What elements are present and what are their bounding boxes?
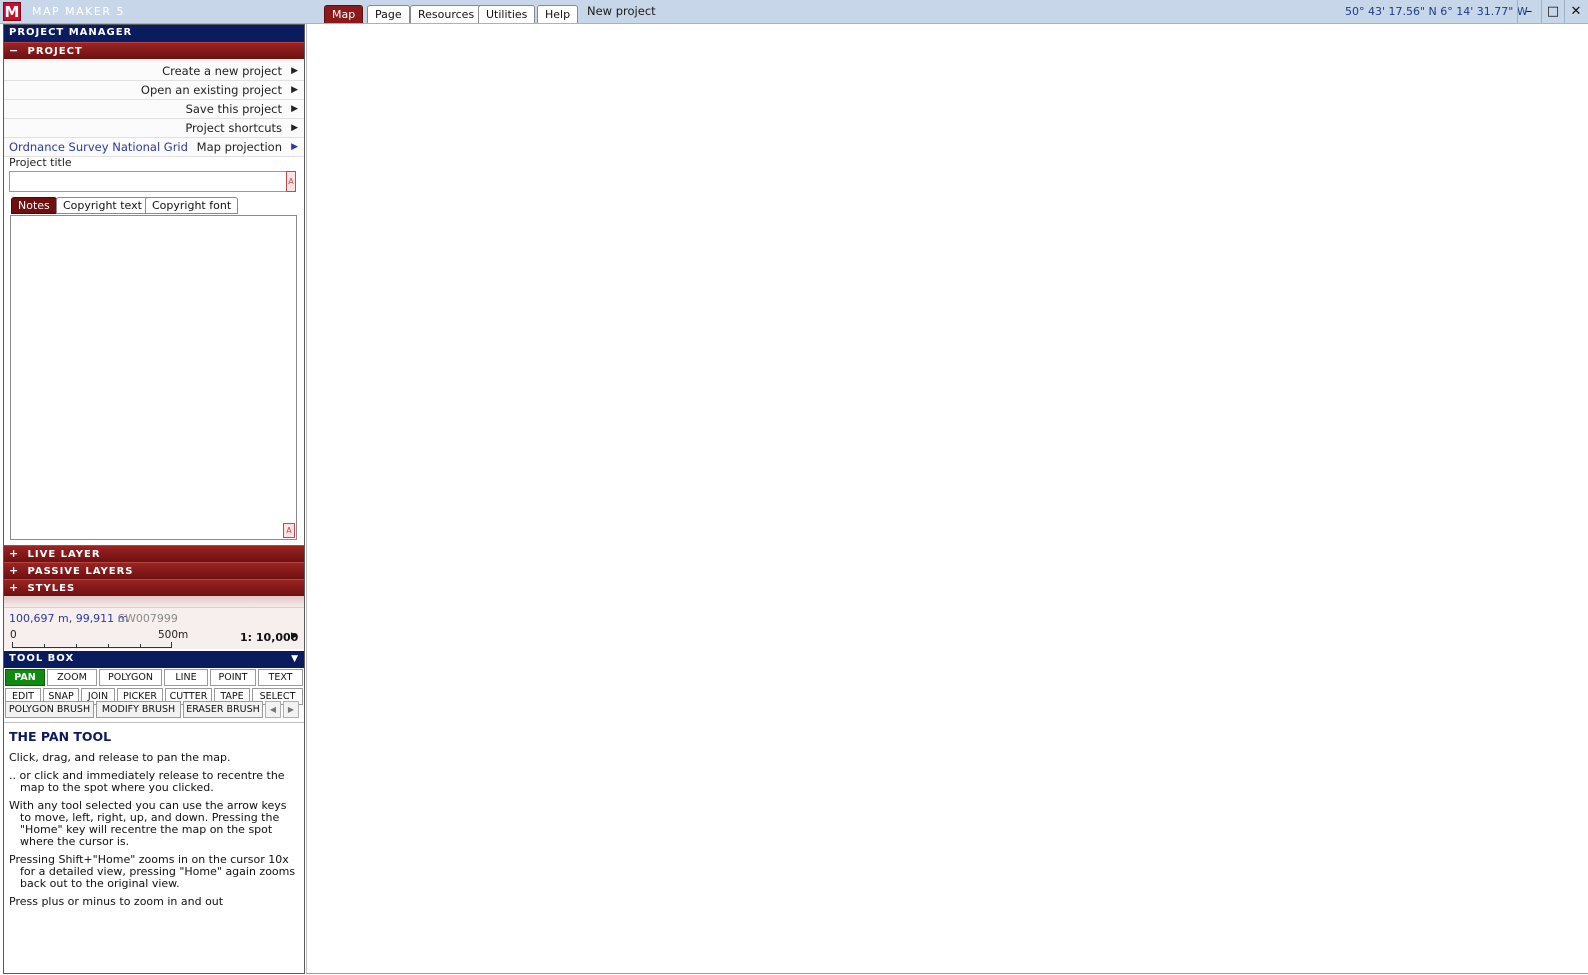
passive-layers-label: PASSIVE LAYERS	[27, 566, 134, 577]
tab-page[interactable]: Page	[367, 5, 410, 23]
help-paragraph: .. or click and immediately release to r…	[9, 769, 285, 794]
help-paragraph: Pressing Shift+"Home" zooms in on the cu…	[9, 853, 296, 890]
help-paragraph: Click, drag, and release to pan the map.	[9, 751, 231, 764]
tool-polygon-brush[interactable]: POLYGON BRUSH	[5, 701, 94, 718]
cursor-coordinates: 50° 43' 17.56" N 6° 14' 31.77" W	[1345, 5, 1528, 18]
tool-line[interactable]: LINE	[164, 669, 208, 686]
project-manager-title: PROJECT MANAGER	[9, 27, 133, 38]
notes-textarea[interactable]	[10, 215, 297, 540]
project-title-label: Project title	[9, 156, 72, 169]
tool-pan[interactable]: PAN	[5, 669, 45, 686]
notes-font-button[interactable]: A	[283, 523, 295, 538]
grid-coordinates: 100,697 m, 99,911 m	[9, 612, 129, 625]
toolbox-next-icon[interactable]: ▶	[283, 701, 299, 718]
scale-bar-end: 500m	[158, 629, 189, 641]
menu-item-label: Project shortcuts	[185, 121, 282, 135]
maximize-button[interactable]: □	[1541, 0, 1564, 24]
tab-help[interactable]: Help	[537, 5, 579, 23]
arrow-right-icon: ▶	[291, 66, 298, 76]
menu-save-project[interactable]: Save this project ▶	[4, 100, 304, 119]
help-paragraph: Press plus or minus to zoom in and out	[9, 895, 224, 908]
scale-menu-icon[interactable]: ▶	[291, 631, 298, 641]
toolbox-prev-icon[interactable]: ◀	[265, 701, 281, 718]
close-button[interactable]: ✕	[1564, 0, 1587, 24]
app-logo-icon: M	[3, 2, 21, 21]
menu-open-project[interactable]: Open an existing project ▶	[4, 81, 304, 100]
menu-map-projection[interactable]: Ordnance Survey National Grid Map projec…	[4, 138, 304, 157]
arrow-right-icon: ▶	[291, 142, 298, 152]
tool-zoom[interactable]: ZOOM	[47, 669, 97, 686]
expand-icon: +	[9, 547, 20, 560]
toolbox-header[interactable]: TOOL BOX ▼	[4, 651, 304, 668]
map-canvas[interactable]	[306, 24, 1588, 974]
title-font-button[interactable]: A	[286, 171, 296, 192]
minimize-button[interactable]: –	[1517, 0, 1540, 24]
tool-polygon[interactable]: POLYGON	[99, 669, 162, 686]
tab-copyright-text[interactable]: Copyright text	[56, 197, 149, 214]
toolbox-title: TOOL BOX	[9, 653, 75, 664]
tab-notes[interactable]: Notes	[11, 197, 57, 214]
passive-layers-header[interactable]: + PASSIVE LAYERS	[4, 562, 304, 579]
project-title-input[interactable]	[9, 171, 290, 192]
expand-icon: +	[9, 581, 20, 594]
current-projection: Ordnance Survey National Grid	[9, 140, 188, 154]
tab-resources[interactable]: Resources	[410, 5, 483, 23]
project-section-label: PROJECT	[27, 46, 83, 57]
help-title: THE PAN TOOL	[9, 729, 112, 744]
collapse-icon[interactable]: ▼	[291, 651, 299, 667]
expand-icon: +	[9, 564, 20, 577]
app-title: MAP MAKER 5	[32, 5, 125, 18]
live-layer-header[interactable]: + LIVE LAYER	[4, 545, 304, 562]
scale-ratio[interactable]: 1: 10,000	[240, 631, 298, 644]
project-manager-panel: PROJECT MANAGER − PROJECT Create a new p…	[3, 24, 305, 974]
menu-item-label: Save this project	[185, 102, 282, 116]
tool-text[interactable]: TEXT	[258, 669, 303, 686]
tool-point[interactable]: POINT	[210, 669, 256, 686]
scale-bar	[12, 642, 172, 648]
arrow-right-icon: ▶	[291, 85, 298, 95]
arrow-right-icon: ▶	[291, 123, 298, 133]
grid-reference: SW007999	[118, 612, 178, 625]
project-manager-header: PROJECT MANAGER	[4, 25, 304, 42]
scale-bar-start: 0	[10, 629, 17, 641]
document-title: New project	[587, 4, 656, 18]
menu-project-shortcuts[interactable]: Project shortcuts ▶	[4, 119, 304, 138]
help-paragraph: With any tool selected you can use the a…	[9, 799, 287, 848]
tab-map[interactable]: Map	[324, 5, 364, 23]
tool-help-panel: THE PAN TOOL Click, drag, and release to…	[4, 722, 304, 973]
tab-copyright-font[interactable]: Copyright font	[145, 197, 239, 214]
menu-item-label: Open an existing project	[140, 83, 282, 97]
tool-modify-brush[interactable]: MODIFY BRUSH	[96, 701, 181, 718]
styles-label: STYLES	[27, 583, 76, 594]
tool-eraser-brush[interactable]: ERASER BRUSH	[183, 701, 263, 718]
tab-utilities[interactable]: Utilities	[478, 5, 536, 23]
status-area: 100,697 m, 99,911 m SW007999 0 500m 1: 1…	[4, 607, 304, 649]
menu-item-label: Map projection	[196, 140, 282, 154]
collapse-icon: −	[9, 44, 20, 57]
styles-header[interactable]: + STYLES	[4, 579, 304, 596]
menu-create-project[interactable]: Create a new project ▶	[4, 62, 304, 81]
project-section-header[interactable]: − PROJECT	[4, 42, 304, 59]
arrow-right-icon: ▶	[291, 104, 298, 114]
menu-item-label: Create a new project	[162, 64, 282, 78]
title-bar: M MAP MAKER 5 Map Page Resources Utiliti…	[0, 0, 1588, 24]
live-layer-label: LIVE LAYER	[27, 549, 101, 560]
